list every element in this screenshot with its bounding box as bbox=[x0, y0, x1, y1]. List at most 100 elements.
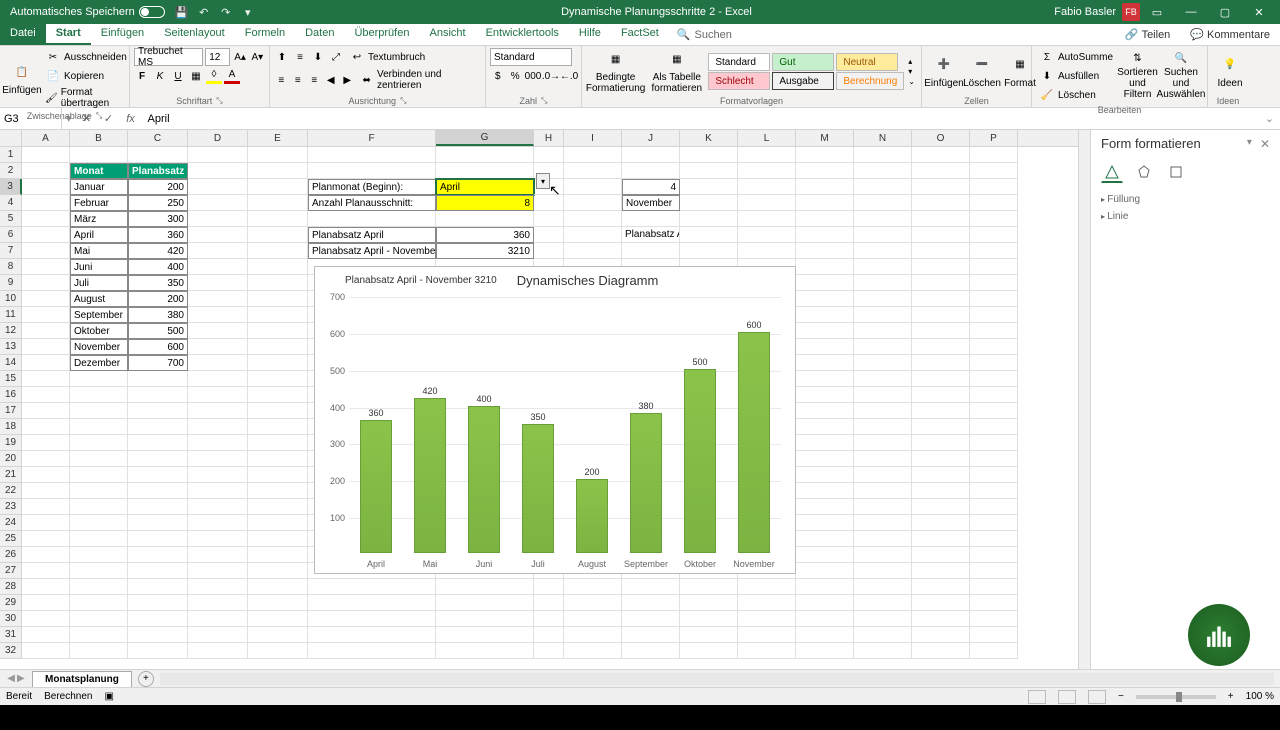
minimize-icon[interactable]: — bbox=[1174, 0, 1208, 24]
cell[interactable]: 360 bbox=[436, 227, 534, 243]
cell[interactable] bbox=[622, 147, 680, 163]
cell[interactable] bbox=[738, 227, 796, 243]
row-header[interactable]: 16 bbox=[0, 387, 22, 403]
cell[interactable] bbox=[622, 611, 680, 627]
cell[interactable] bbox=[188, 163, 248, 179]
row-header[interactable]: 21 bbox=[0, 467, 22, 483]
expand-formula-icon[interactable]: ⌄ bbox=[1259, 112, 1280, 125]
cell[interactable] bbox=[854, 515, 912, 531]
cell[interactable] bbox=[70, 531, 128, 547]
cell[interactable] bbox=[188, 563, 248, 579]
cell[interactable] bbox=[854, 355, 912, 371]
percent-icon[interactable]: % bbox=[508, 68, 524, 84]
cell[interactable] bbox=[796, 435, 854, 451]
cell[interactable]: Dezember bbox=[70, 355, 128, 371]
row-header[interactable]: 4 bbox=[0, 195, 22, 211]
cell[interactable] bbox=[970, 275, 1018, 291]
insert-cells-button[interactable]: ➕Einfügen bbox=[926, 49, 962, 95]
cell[interactable] bbox=[248, 307, 308, 323]
cell[interactable]: April bbox=[436, 179, 534, 195]
cell[interactable]: 3210 bbox=[436, 243, 534, 259]
cell[interactable] bbox=[534, 147, 564, 163]
enter-formula-icon[interactable]: ✓ bbox=[98, 112, 120, 125]
cell[interactable] bbox=[22, 579, 70, 595]
cell[interactable] bbox=[970, 515, 1018, 531]
add-sheet-button[interactable]: + bbox=[138, 671, 154, 687]
italic-icon[interactable]: K bbox=[152, 68, 168, 84]
row-header[interactable]: 31 bbox=[0, 627, 22, 643]
tab-factset[interactable]: FactSet bbox=[611, 24, 669, 45]
cell[interactable] bbox=[912, 195, 970, 211]
align-top-icon[interactable]: ⬆ bbox=[274, 49, 290, 65]
cell[interactable] bbox=[854, 595, 912, 611]
cell[interactable] bbox=[22, 451, 70, 467]
cell[interactable] bbox=[854, 307, 912, 323]
cell[interactable] bbox=[912, 611, 970, 627]
cell[interactable] bbox=[70, 515, 128, 531]
cell[interactable]: 700 bbox=[128, 355, 188, 371]
tab-view[interactable]: Ansicht bbox=[419, 24, 475, 45]
cell[interactable] bbox=[970, 643, 1018, 659]
cell[interactable] bbox=[22, 403, 70, 419]
user-account[interactable]: Fabio Basler FB bbox=[1054, 3, 1140, 21]
cell[interactable] bbox=[854, 579, 912, 595]
cell[interactable] bbox=[796, 179, 854, 195]
cell[interactable] bbox=[308, 147, 436, 163]
name-dropdown-icon[interactable]: ▾ bbox=[62, 112, 76, 125]
cell[interactable] bbox=[912, 243, 970, 259]
cell[interactable] bbox=[796, 323, 854, 339]
cell[interactable] bbox=[188, 451, 248, 467]
cell[interactable] bbox=[436, 147, 534, 163]
view-normal-icon[interactable] bbox=[1028, 690, 1046, 704]
cell[interactable] bbox=[854, 611, 912, 627]
cell[interactable] bbox=[22, 355, 70, 371]
cell[interactable] bbox=[128, 419, 188, 435]
cell[interactable] bbox=[796, 515, 854, 531]
cell[interactable] bbox=[128, 147, 188, 163]
panel-dropdown-icon[interactable]: ▾ bbox=[1247, 137, 1252, 151]
row-header[interactable]: 11 bbox=[0, 307, 22, 323]
cell[interactable] bbox=[70, 499, 128, 515]
cell[interactable]: Planmonat (Beginn): bbox=[308, 179, 436, 195]
cell[interactable] bbox=[564, 227, 622, 243]
col-header[interactable]: P bbox=[970, 130, 1018, 146]
cell[interactable] bbox=[128, 467, 188, 483]
cell[interactable] bbox=[22, 147, 70, 163]
cell[interactable] bbox=[70, 435, 128, 451]
cell[interactable] bbox=[912, 339, 970, 355]
cell[interactable] bbox=[796, 643, 854, 659]
row-header[interactable]: 12 bbox=[0, 323, 22, 339]
cell[interactable]: 350 bbox=[128, 275, 188, 291]
cell[interactable] bbox=[22, 467, 70, 483]
row-header[interactable]: 2 bbox=[0, 163, 22, 179]
cell[interactable] bbox=[248, 339, 308, 355]
row-header[interactable]: 10 bbox=[0, 291, 22, 307]
cell[interactable] bbox=[738, 195, 796, 211]
cell[interactable] bbox=[796, 291, 854, 307]
cell[interactable] bbox=[534, 627, 564, 643]
sheet-nav-next-icon[interactable]: ▶ bbox=[17, 673, 25, 684]
cell[interactable] bbox=[248, 211, 308, 227]
cell[interactable] bbox=[912, 499, 970, 515]
align-bottom-icon[interactable]: ⬇ bbox=[310, 49, 326, 65]
cell[interactable] bbox=[912, 371, 970, 387]
cell[interactable] bbox=[564, 147, 622, 163]
cell[interactable] bbox=[796, 275, 854, 291]
view-pagelayout-icon[interactable] bbox=[1058, 690, 1076, 704]
tab-help[interactable]: Hilfe bbox=[569, 24, 611, 45]
cell[interactable] bbox=[854, 323, 912, 339]
cell[interactable] bbox=[188, 195, 248, 211]
cell[interactable] bbox=[248, 291, 308, 307]
col-header[interactable]: J bbox=[622, 130, 680, 146]
cell[interactable] bbox=[22, 515, 70, 531]
col-header[interactable]: L bbox=[738, 130, 796, 146]
cell[interactable] bbox=[854, 627, 912, 643]
font-color-icon[interactable]: A bbox=[224, 68, 240, 84]
col-header[interactable]: C bbox=[128, 130, 188, 146]
cell[interactable] bbox=[128, 403, 188, 419]
cell[interactable] bbox=[680, 627, 738, 643]
bold-icon[interactable]: F bbox=[134, 68, 150, 84]
cell[interactable] bbox=[796, 547, 854, 563]
sort-filter-button[interactable]: ⇅Sortieren und Filtern bbox=[1118, 53, 1157, 99]
cut-button[interactable]: ✂Ausschneiden bbox=[42, 48, 130, 66]
